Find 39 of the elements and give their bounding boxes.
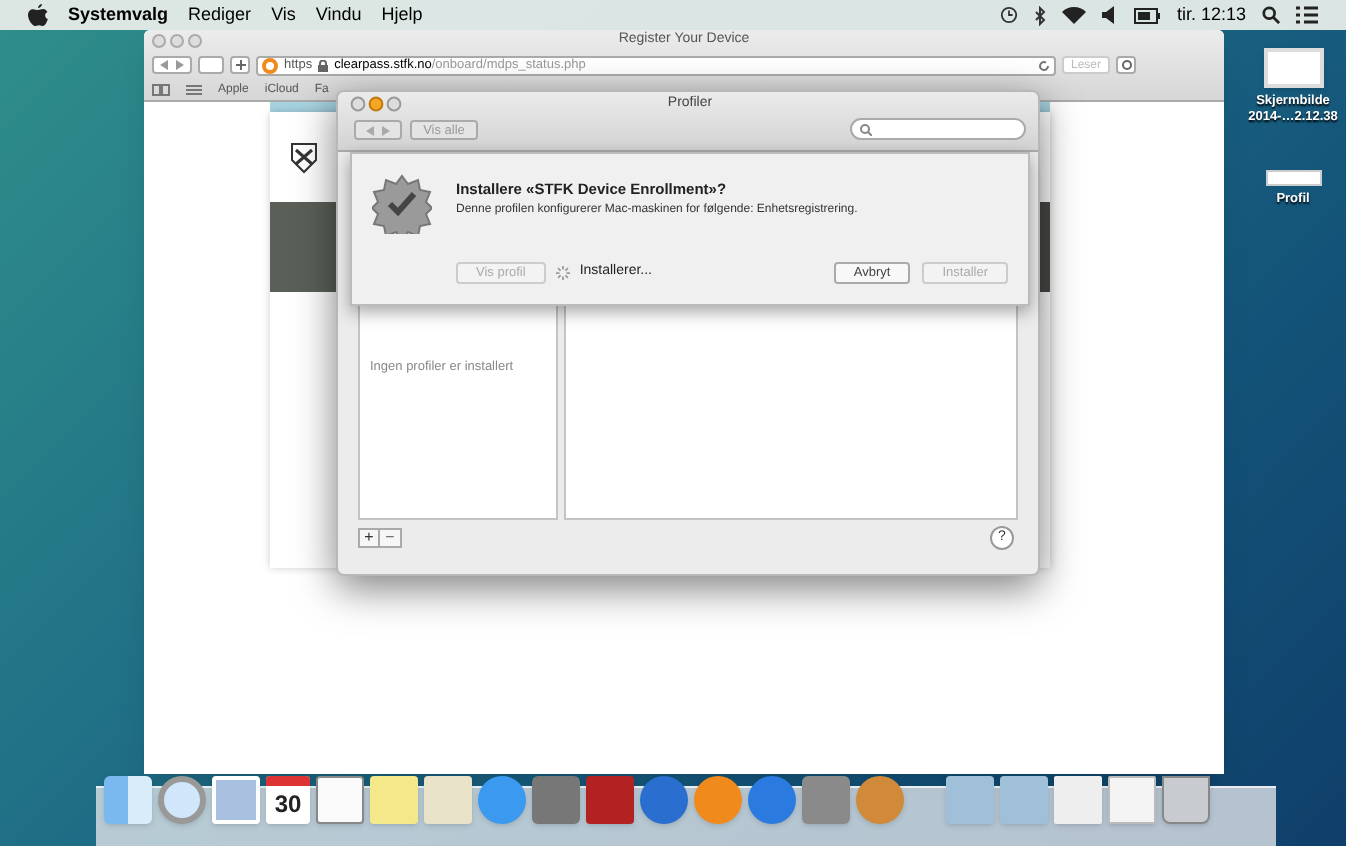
search-icon (1262, 6, 1280, 24)
circle-icon (1121, 60, 1131, 70)
bluetooth-icon (1034, 5, 1047, 25)
spinner-icon (555, 266, 570, 280)
menu-item[interactable]: Vis (271, 1, 296, 29)
reload-icon (1038, 59, 1050, 71)
calendar-icon[interactable]: 30 (266, 776, 310, 824)
plus-icon (235, 60, 245, 70)
arrows-icon (160, 60, 184, 70)
speaker-icon (1102, 6, 1119, 24)
photo-placeholder (270, 202, 340, 292)
ring-icon (262, 57, 278, 73)
add-button[interactable]: + (358, 528, 380, 548)
badge-check-icon (372, 174, 432, 234)
menu-item[interactable]: Vindu (315, 1, 362, 29)
file-thumbnail (1265, 170, 1321, 186)
apple-logo-icon (28, 4, 48, 26)
downloads-button[interactable] (1116, 56, 1136, 74)
arrows-icon (366, 125, 390, 135)
menu-item[interactable]: Hjelp (381, 1, 423, 29)
wifi-icon (1062, 6, 1087, 24)
back-forward-button[interactable] (354, 120, 402, 140)
menu-item[interactable]: Systemvalg (68, 1, 169, 29)
screenshot-thumbnail (1263, 48, 1323, 88)
crest-icon (290, 142, 318, 174)
menu-clock: tir. 12:13 (1176, 1, 1246, 28)
lock-icon (318, 59, 329, 71)
search-icon (860, 123, 872, 135)
calendar-day: 30 (266, 786, 310, 822)
list-icon (1296, 6, 1318, 24)
remove-button[interactable]: − (380, 528, 402, 548)
battery-icon (1134, 7, 1161, 23)
new-tab-button[interactable] (230, 56, 250, 74)
grid-icon (186, 84, 202, 96)
menu-item[interactable]: Rediger (188, 1, 252, 29)
window-controls-icon (350, 96, 406, 112)
clock-icon (1000, 6, 1019, 24)
search-field[interactable] (850, 118, 1026, 140)
back-forward-button[interactable] (152, 56, 192, 74)
